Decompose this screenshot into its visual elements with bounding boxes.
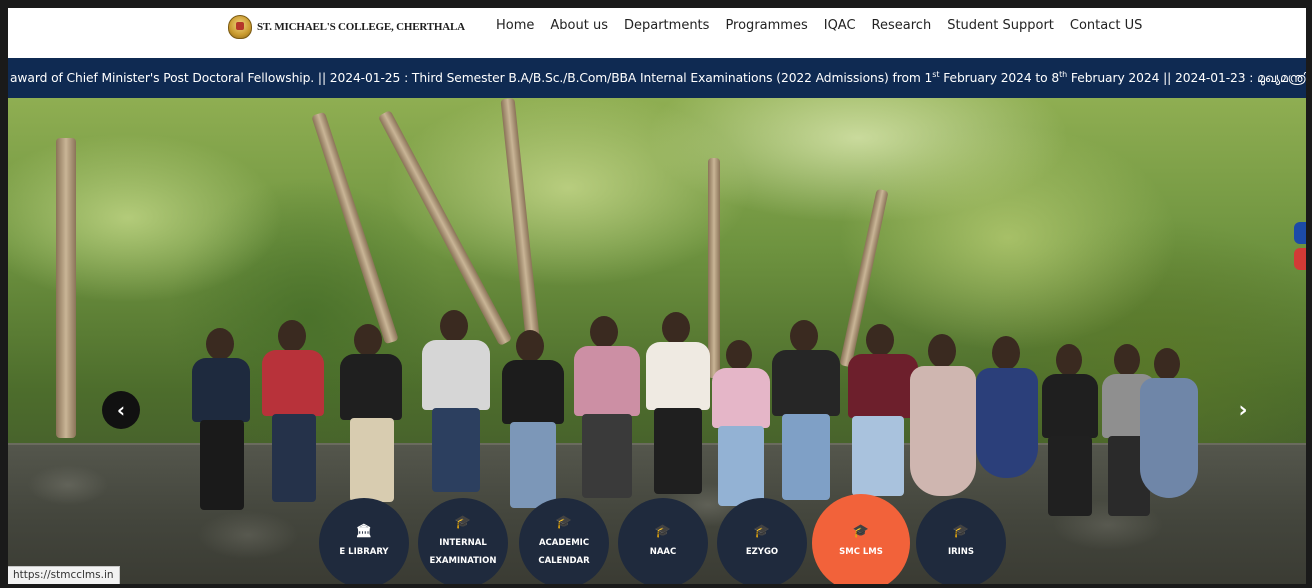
chevron-left-icon: ‹: [116, 398, 126, 422]
college-logo[interactable]: ST. MICHAEL'S COLLEGE, CHERTHALA: [228, 15, 465, 39]
quick-link-label: IRINS: [947, 547, 975, 557]
browser-viewport: ST. MICHAEL'S COLLEGE, CHERTHALA Home Ab…: [8, 8, 1306, 584]
ticker-text[interactable]: award of Chief Minister's Post Doctoral …: [10, 70, 1306, 86]
slider-prev-button[interactable]: ‹: [102, 391, 140, 429]
quick-link-academic-calendar[interactable]: 🎓 ACADEMIC CALENDAR: [519, 498, 609, 584]
browser-status-bar: https://stmcclms.in: [8, 566, 120, 584]
quick-link-smc-lms[interactable]: 🎓 SMC LMS: [812, 494, 910, 584]
quick-link-label: E LIBRARY: [339, 547, 389, 557]
nav-departments[interactable]: Departments: [616, 18, 717, 34]
library-icon: 🏛: [355, 524, 373, 539]
quick-link-naac[interactable]: 🎓 NAAC: [618, 498, 708, 584]
logo-text: ST. MICHAEL'S COLLEGE, CHERTHALA: [257, 21, 465, 33]
graduation-cap-icon: 🎓: [952, 524, 970, 539]
ticker-segment: February 2024 || 2024-01-23 : മുഖ്യമന്ത്…: [1067, 71, 1306, 86]
graduation-cap-icon: 🎓: [852, 524, 870, 539]
ticker-segment: February 2024 to 8: [939, 71, 1060, 86]
nav-student-support[interactable]: Student Support: [939, 18, 1062, 34]
quick-link-irins[interactable]: 🎓 IRINS: [916, 498, 1006, 584]
site-header: ST. MICHAEL'S COLLEGE, CHERTHALA Home Ab…: [8, 8, 1306, 58]
graduation-cap-icon: 🎓: [654, 524, 672, 539]
quick-link-ezygo[interactable]: 🎓 EZYGO: [717, 498, 807, 584]
nav-programmes[interactable]: Programmes: [717, 18, 815, 34]
quick-link-internal-examination[interactable]: 🎓 INTERNAL EXAMINATION: [418, 498, 508, 584]
graduation-cap-icon: 🎓: [454, 515, 472, 530]
graduation-cap-icon: 🎓: [555, 515, 573, 530]
nav-home[interactable]: Home: [488, 18, 542, 34]
quick-link-label: INTERNAL EXAMINATION: [429, 538, 497, 566]
side-widget-tab[interactable]: [1294, 248, 1306, 270]
hero-slider: ‹ › 🏛 E LIBRARY 🎓 INTERNAL EXAMINATION 🎓…: [8, 98, 1306, 584]
nav-research[interactable]: Research: [864, 18, 940, 34]
quick-link-label: EZYGO: [745, 547, 779, 557]
ticker-sup: th: [1059, 70, 1068, 79]
graduation-cap-icon: 🎓: [753, 524, 771, 539]
side-widget-tab[interactable]: [1294, 222, 1306, 244]
news-ticker[interactable]: award of Chief Minister's Post Doctoral …: [8, 58, 1306, 98]
slider-next-button[interactable]: ›: [1224, 391, 1262, 429]
main-nav: Home About us Departments Programmes IQA…: [488, 18, 1150, 34]
quick-link-label: ACADEMIC CALENDAR: [538, 538, 590, 566]
chevron-right-icon: ›: [1238, 397, 1248, 423]
ticker-segment: award of Chief Minister's Post Doctoral …: [10, 71, 933, 86]
nav-contact-us[interactable]: Contact US: [1062, 18, 1150, 34]
crest-icon: [228, 15, 252, 39]
quick-link-label: SMC LMS: [839, 547, 883, 557]
quick-link-e-library[interactable]: 🏛 E LIBRARY: [319, 498, 409, 584]
nav-iqac[interactable]: IQAC: [816, 18, 864, 34]
nav-about-us[interactable]: About us: [542, 18, 616, 34]
quick-link-label: NAAC: [649, 547, 677, 557]
